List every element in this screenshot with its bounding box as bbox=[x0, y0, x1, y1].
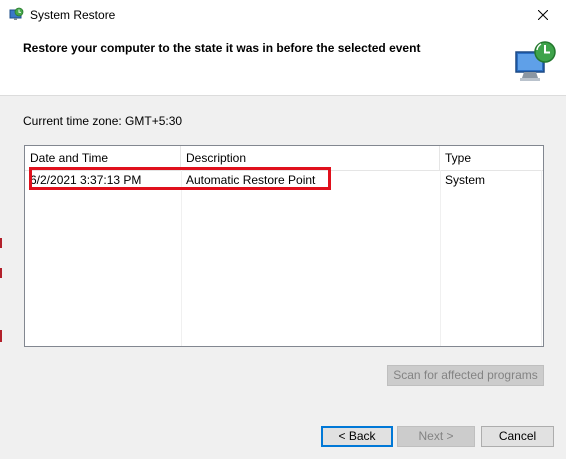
column-header-description[interactable]: Description bbox=[181, 146, 440, 170]
close-button[interactable] bbox=[520, 0, 566, 30]
column-header-type[interactable]: Type bbox=[440, 146, 543, 170]
sort-chevron-icon: ⌄ bbox=[101, 150, 108, 159]
column-divider bbox=[541, 170, 542, 346]
edge-marker bbox=[0, 238, 2, 248]
edge-marker bbox=[0, 268, 2, 278]
table-row[interactable]: 6/2/2021 3:37:13 PM Automatic Restore Po… bbox=[25, 170, 543, 191]
table-header: Date and Time ⌄ Description Type bbox=[25, 146, 543, 171]
system-restore-app-icon bbox=[9, 7, 24, 20]
back-button[interactable]: < Back bbox=[321, 426, 393, 447]
cancel-button[interactable]: Cancel bbox=[481, 426, 554, 447]
scan-affected-programs-button[interactable]: Scan for affected programs bbox=[387, 365, 544, 386]
row-description: Automatic Restore Point bbox=[186, 173, 316, 187]
system-restore-header-icon bbox=[515, 41, 556, 81]
next-button[interactable]: Next > bbox=[397, 426, 475, 447]
close-icon bbox=[538, 10, 548, 20]
row-date: 6/2/2021 3:37:13 PM bbox=[30, 173, 142, 187]
restore-points-table: Date and Time ⌄ Description Type 6/2/202… bbox=[24, 145, 544, 347]
timezone-label: Current time zone: GMT+5:30 bbox=[23, 114, 183, 128]
header-band: Restore your computer to the state it wa… bbox=[0, 30, 566, 96]
window-title: System Restore bbox=[30, 8, 116, 22]
column-header-date[interactable]: Date and Time ⌄ bbox=[25, 146, 181, 170]
column-divider bbox=[181, 170, 182, 346]
row-type: System bbox=[445, 173, 486, 187]
column-header-label: Date and Time bbox=[30, 151, 109, 165]
system-restore-window: System Restore Restore your computer to … bbox=[0, 0, 566, 459]
title-bar: System Restore bbox=[0, 0, 566, 30]
column-divider bbox=[440, 170, 441, 346]
header-text: Restore your computer to the state it wa… bbox=[23, 41, 421, 55]
column-header-label: Description bbox=[186, 151, 247, 165]
column-header-label: Type bbox=[445, 151, 472, 165]
edge-marker bbox=[0, 330, 2, 342]
